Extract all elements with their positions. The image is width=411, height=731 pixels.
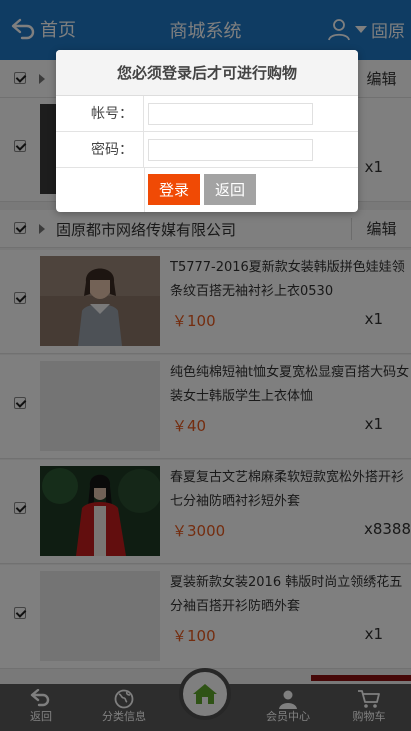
account-row: 帐号： (56, 96, 358, 132)
return-button[interactable]: 返回 (204, 174, 256, 205)
divider (144, 168, 145, 212)
account-label: 帐号： (56, 96, 144, 132)
login-dialog: 您必须登录后才可进行购物 帐号： 密码： 登录 返回 (56, 50, 358, 212)
password-row: 密码： (56, 132, 358, 168)
dialog-actions: 登录 返回 (56, 168, 358, 212)
login-button[interactable]: 登录 (148, 174, 200, 205)
login-dialog-title: 您必须登录后才可进行购物 (56, 50, 358, 96)
password-label: 密码： (56, 132, 144, 168)
password-input[interactable] (148, 139, 313, 161)
account-input[interactable] (148, 103, 313, 125)
